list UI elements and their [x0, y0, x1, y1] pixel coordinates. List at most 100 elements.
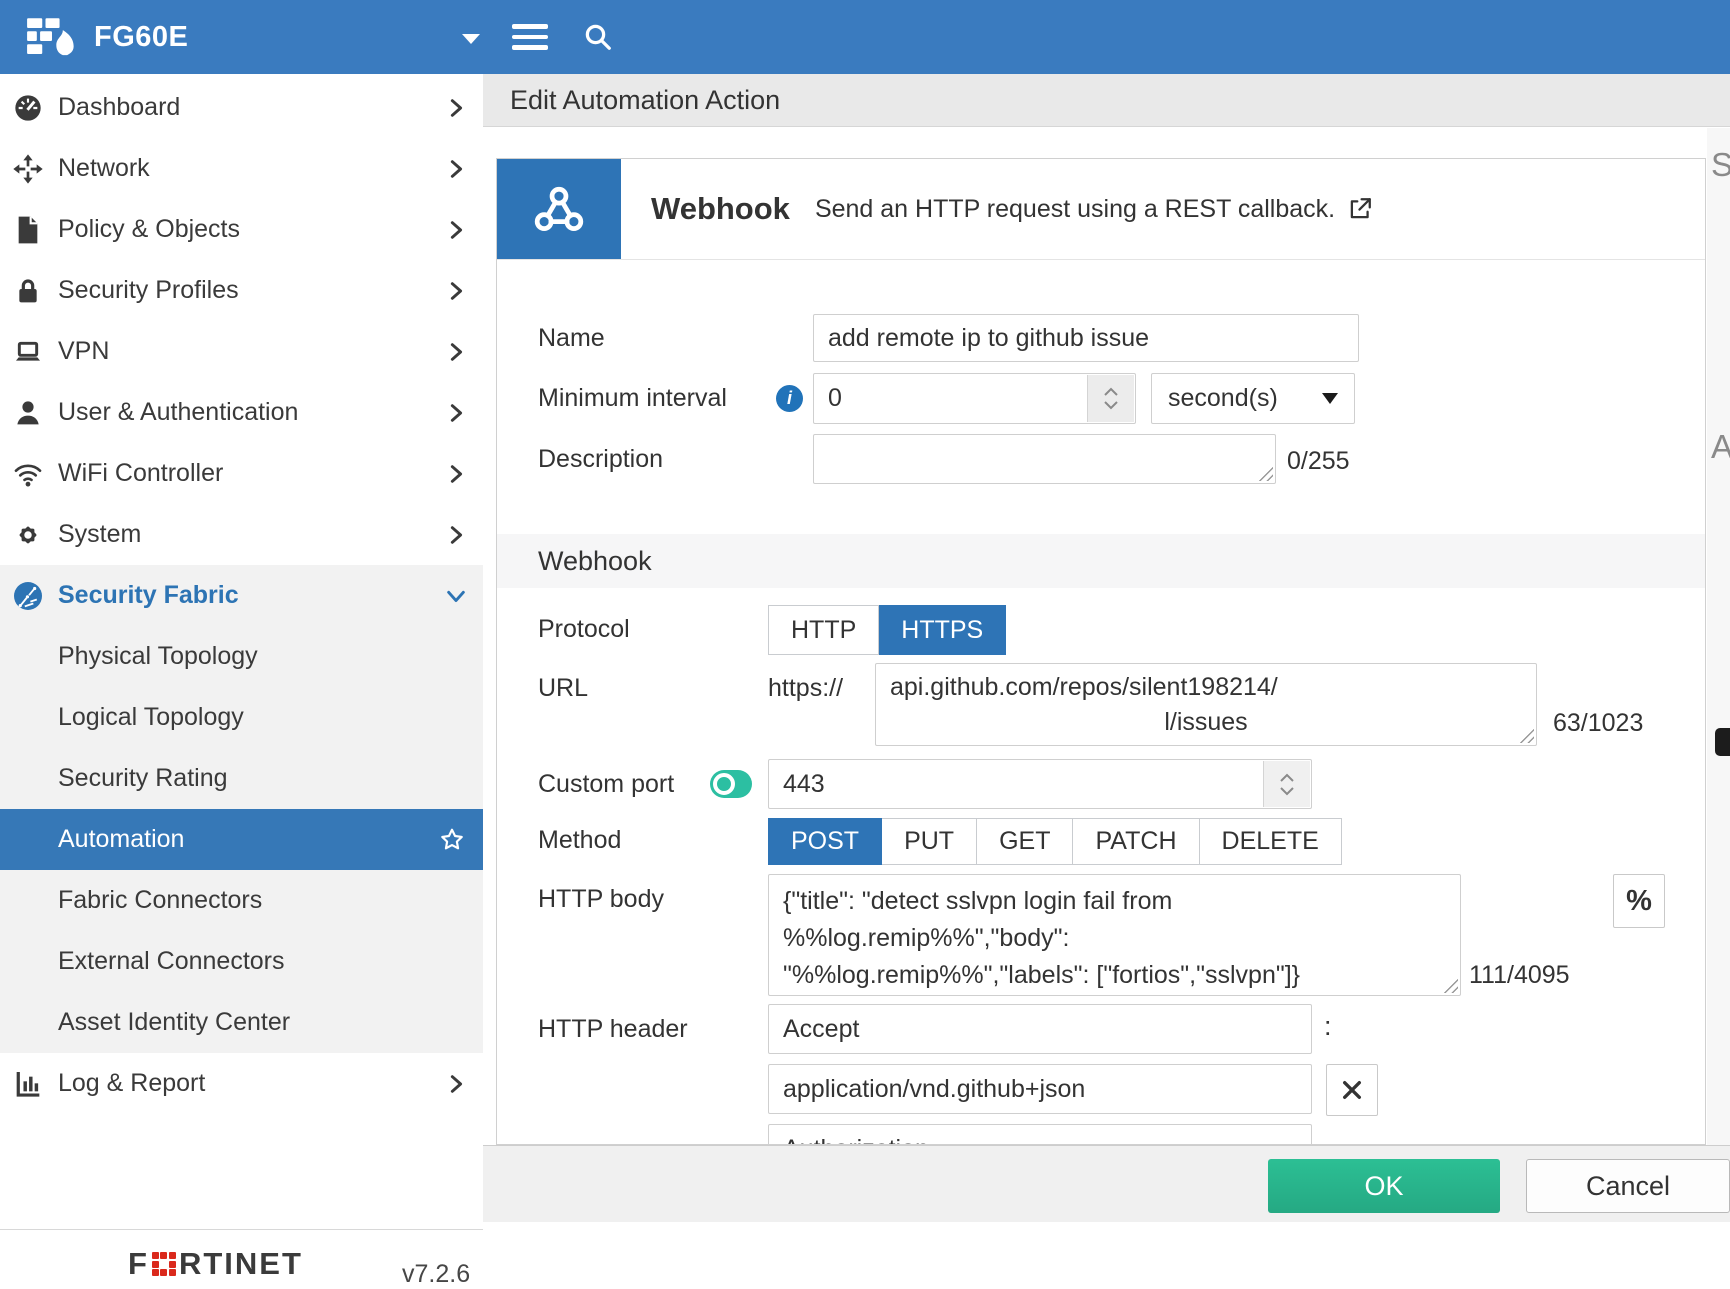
sidebar-item-label: Automation	[58, 825, 184, 854]
sidebar-item-label: Logical Topology	[58, 703, 244, 732]
sidebar-item-label: External Connectors	[58, 947, 285, 976]
info-icon[interactable]: i	[776, 385, 803, 412]
sidebar-item-network[interactable]: Network	[0, 138, 483, 199]
sidebar-item-wifi-controller[interactable]: WiFi Controller	[0, 443, 483, 504]
interval-unit-select[interactable]: second(s)	[1151, 373, 1355, 424]
sidebar-item-label: Policy & Objects	[58, 215, 240, 244]
chevron-right-icon	[445, 463, 467, 485]
sidebar-item-vpn[interactable]: VPN	[0, 321, 483, 382]
http-body-counter: 111/4095	[1469, 961, 1570, 990]
fortinet-wordmark: F RTINET	[128, 1246, 303, 1282]
sidebar-item-logical-topology[interactable]: Logical Topology	[0, 687, 483, 748]
sidebar-item-external-connectors[interactable]: External Connectors	[0, 931, 483, 992]
sidebar-footer-divider	[0, 1229, 483, 1230]
chevron-right-icon	[445, 341, 467, 363]
document-icon	[12, 214, 44, 246]
select-caret-icon	[1322, 393, 1338, 404]
chevron-down-icon[interactable]	[462, 34, 480, 44]
method-get-button[interactable]: GET	[977, 818, 1073, 865]
top-bar: FG60E	[0, 0, 1730, 74]
number-spinner[interactable]	[1263, 761, 1310, 807]
minimum-interval-value: 0	[828, 384, 842, 413]
method-post-button[interactable]: POST	[768, 818, 882, 865]
sidebar-item-security-profiles[interactable]: Security Profiles	[0, 260, 483, 321]
sidebar-item-security-fabric[interactable]: Security Fabric	[0, 565, 483, 626]
name-input[interactable]: add remote ip to github issue	[813, 314, 1359, 362]
sidebar-item-label: WiFi Controller	[58, 459, 223, 488]
method-put-button[interactable]: PUT	[882, 818, 977, 865]
remove-header-button[interactable]	[1326, 1064, 1378, 1116]
percent-icon: %	[1626, 885, 1652, 918]
chevron-right-icon	[445, 1073, 467, 1095]
cutoff-text-fragment: S	[1711, 146, 1730, 184]
method-label: Method	[538, 818, 621, 863]
http-header-key-input[interactable]: Accept	[768, 1004, 1312, 1054]
number-spinner[interactable]	[1087, 375, 1134, 422]
http-header-value-input[interactable]: application/vnd.github+json	[768, 1064, 1312, 1114]
sidebar-item-label: Log & Report	[58, 1069, 205, 1098]
sidebar-menu: Dashboard Network Policy & Objects Secur…	[0, 74, 483, 1114]
chevron-right-icon	[445, 219, 467, 241]
protocol-label: Protocol	[538, 605, 630, 653]
custom-port-toggle[interactable]	[710, 770, 752, 798]
sidebar-item-fabric-connectors[interactable]: Fabric Connectors	[0, 870, 483, 931]
sidebar-item-label: Security Rating	[58, 764, 228, 793]
sidebar-item-user-authentication[interactable]: User & Authentication	[0, 382, 483, 443]
sidebar-item-policy-objects[interactable]: Policy & Objects	[0, 199, 483, 260]
sidebar-item-security-rating[interactable]: Security Rating	[0, 748, 483, 809]
http-header-value: application/vnd.github+json	[783, 1075, 1085, 1104]
http-header-key-value: Accept	[783, 1015, 859, 1044]
sidebar-item-dashboard[interactable]: Dashboard	[0, 77, 483, 138]
custom-port-input[interactable]: 443	[768, 759, 1312, 809]
url-prefix: https://	[768, 663, 843, 713]
minimum-interval-input[interactable]: 0	[813, 373, 1136, 424]
http-body-line2: %%log.remip%%","body":	[783, 920, 1446, 957]
action-footer: OK Cancel	[483, 1145, 1730, 1222]
chevron-right-icon	[445, 158, 467, 180]
http-body-textarea[interactable]: {"title": "detect sslvpn login fail from…	[768, 874, 1461, 996]
chevron-right-icon	[445, 280, 467, 302]
sidebar-item-label: System	[58, 520, 141, 549]
method-segmented-control: POST PUT GET PATCH DELETE	[768, 818, 1342, 865]
sidebar-item-asset-identity-center[interactable]: Asset Identity Center	[0, 992, 483, 1053]
custom-port-value: 443	[783, 770, 825, 799]
description-textarea[interactable]	[813, 434, 1276, 484]
name-value: add remote ip to github issue	[828, 324, 1149, 353]
resize-handle[interactable]	[1258, 466, 1273, 481]
cancel-button[interactable]: Cancel	[1526, 1159, 1730, 1213]
search-icon[interactable]	[583, 22, 613, 52]
http-header-key2-input[interactable]: Authorization	[768, 1124, 1312, 1145]
lock-icon	[12, 275, 44, 307]
external-link-icon[interactable]	[1347, 196, 1373, 222]
insert-variable-button[interactable]: %	[1613, 874, 1665, 928]
protocol-https-button[interactable]: HTTPS	[879, 605, 1006, 655]
sidebar-item-label: Dashboard	[58, 93, 180, 122]
fortinet-o-icon	[152, 1252, 176, 1276]
interval-unit-value: second(s)	[1168, 384, 1278, 413]
sidebar-item-automation[interactable]: Automation	[0, 809, 483, 870]
header-colon: :	[1324, 1011, 1332, 1042]
menu-toggle-icon[interactable]	[512, 24, 548, 51]
protocol-http-button[interactable]: HTTP	[768, 605, 879, 655]
dashboard-icon	[12, 92, 44, 124]
description-counter: 0/255	[1287, 447, 1350, 476]
method-delete-button[interactable]: DELETE	[1200, 818, 1342, 865]
url-label: URL	[538, 663, 588, 713]
url-line1: api.github.com/repos/silent198214/	[890, 670, 1522, 705]
http-header-label: HTTP header	[538, 1004, 688, 1054]
sidebar-item-physical-topology[interactable]: Physical Topology	[0, 626, 483, 687]
sidebar-item-label: Fabric Connectors	[58, 886, 262, 915]
url-textarea[interactable]: api.github.com/repos/silent198214/ l/iss…	[875, 663, 1537, 746]
favorite-star-icon[interactable]	[439, 827, 465, 853]
sidebar-item-label: User & Authentication	[58, 398, 298, 427]
sidebar-item-system[interactable]: System	[0, 504, 483, 565]
http-body-line1: {"title": "detect sslvpn login fail from	[783, 883, 1446, 920]
sidebar-item-log-report[interactable]: Log & Report	[0, 1053, 483, 1114]
ok-button[interactable]: OK	[1268, 1159, 1500, 1213]
content-header: Edit Automation Action	[483, 74, 1730, 127]
method-patch-button[interactable]: PATCH	[1073, 818, 1199, 865]
chevron-right-icon	[445, 402, 467, 424]
sidebar-item-label: Security Profiles	[58, 276, 239, 305]
chevron-right-icon	[445, 97, 467, 119]
security-fabric-group: Security Fabric Physical Topology Logica…	[0, 565, 483, 1053]
